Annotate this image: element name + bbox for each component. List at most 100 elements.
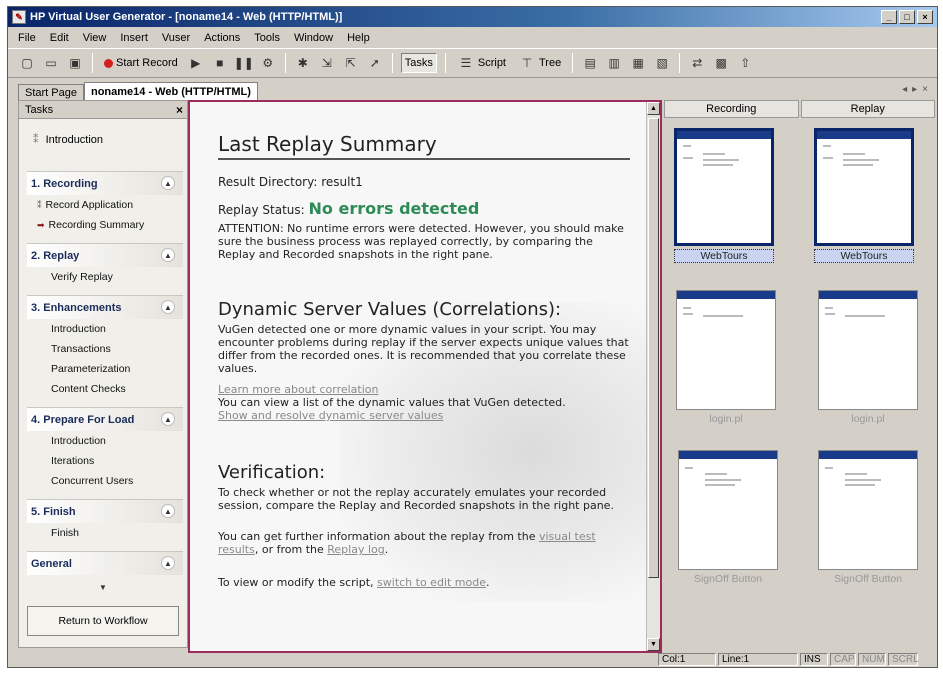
title-bar: ✎ HP Virtual User Generator - [noname14 … [8, 7, 937, 27]
menu-actions[interactable]: Actions [204, 32, 240, 44]
show-dynamic-values-link[interactable]: Show and resolve dynamic server values [218, 409, 630, 422]
chevron-up-icon[interactable]: ▲ [161, 300, 175, 314]
close-tasks-icon[interactable]: × [176, 103, 183, 117]
intro-item[interactable]: ⁑ Introduction [19, 119, 187, 171]
menu-insert[interactable]: Insert [120, 32, 148, 44]
tab-recording[interactable]: Recording [664, 100, 799, 118]
page-view-icon[interactable]: ▥ [605, 54, 623, 72]
verification-text: To check whether or not the replay accur… [218, 486, 614, 512]
chevron-up-icon[interactable]: ▲ [161, 412, 175, 426]
maximize-button[interactable]: □ [899, 10, 915, 24]
pause-icon[interactable]: ❚❚ [234, 54, 254, 72]
run-to-icon[interactable]: ➚ [366, 54, 384, 72]
toolbar-separator [444, 53, 446, 73]
menu-window[interactable]: Window [294, 32, 333, 44]
chevron-up-icon[interactable]: ▲ [161, 248, 175, 262]
section-header[interactable]: 4. Prepare For Load ▲ [27, 407, 183, 431]
table-icon[interactable]: ▩ [712, 54, 730, 72]
dynamic-values-text: VuGen detected one or more dynamic value… [218, 323, 629, 375]
menu-vuser[interactable]: Vuser [162, 32, 190, 44]
section-header[interactable]: 3. Enhancements ▲ [27, 295, 183, 319]
tasks-button[interactable]: Tasks [400, 53, 437, 73]
replay-summary-pane: Last Replay Summary Result Directory: re… [188, 100, 662, 653]
recording-snapshot[interactable]: login.pl [676, 290, 776, 425]
scroll-thumb[interactable] [648, 118, 659, 578]
task-item-verify-replay[interactable]: Verify Replay [27, 267, 183, 287]
switch-to-edit-mode-link[interactable]: switch to edit mode [377, 576, 486, 589]
task-item-concurrent-users[interactable]: Concurrent Users [27, 471, 183, 491]
snapshot-icon[interactable]: ▤ [581, 54, 599, 72]
task-item-recording-summary[interactable]: ➡ Recording Summary [27, 215, 183, 235]
section-header[interactable]: General ▲ [27, 551, 183, 575]
verification-title: Verification: [218, 462, 326, 483]
tab-start-page[interactable]: Start Page [18, 84, 84, 100]
menu-help[interactable]: Help [347, 32, 370, 44]
step-over-icon[interactable]: ⇱ [342, 54, 360, 72]
text-view-icon[interactable]: ▦ [629, 54, 647, 72]
learn-correlation-link[interactable]: Learn more about correlation [218, 383, 630, 396]
task-item-introduction[interactable]: Introduction [27, 431, 183, 451]
chevron-up-icon[interactable]: ▲ [161, 504, 175, 518]
open-icon[interactable]: ▭ [42, 54, 60, 72]
section-header[interactable]: 5. Finish ▲ [27, 499, 183, 523]
task-item-transactions[interactable]: Transactions [27, 339, 183, 359]
recording-snapshot[interactable]: SignOff Button [678, 450, 778, 585]
replay-snapshot[interactable]: login.pl [818, 290, 918, 425]
chevron-up-icon[interactable]: ▲ [161, 556, 175, 570]
summary-content: Last Replay Summary Result Directory: re… [218, 132, 630, 589]
compare-icon[interactable]: ▧ [653, 54, 671, 72]
compile-icon[interactable]: ⚙ [259, 54, 277, 72]
replay-log-link[interactable]: Replay log [327, 543, 384, 556]
scroll-up-icon[interactable]: ▲ [647, 102, 660, 115]
return-to-workflow-button[interactable]: Return to Workflow [27, 606, 179, 636]
tab-noname14[interactable]: noname14 - Web (HTTP/HTML) [83, 82, 258, 100]
save-icon[interactable]: ▣ [66, 54, 84, 72]
arrow-right-icon: ➡ [37, 219, 45, 230]
scroll-down-icon[interactable]: ▼ [19, 583, 187, 593]
status-bar: Col:1 Line:1 INS CAP NUM SCRL [8, 652, 937, 667]
section-replay: 2. Replay ▲ Verify Replay [27, 243, 183, 295]
status-line: Line:1 [718, 653, 798, 666]
task-label: Introduction [51, 435, 106, 447]
new-icon[interactable]: ▢ [18, 54, 36, 72]
task-item-parameterization[interactable]: Parameterization [27, 359, 183, 379]
recording-snapshot[interactable]: WebTours [674, 128, 774, 263]
section-header[interactable]: 2. Replay ▲ [27, 243, 183, 267]
start-record-label: Start Record [116, 57, 178, 69]
replay-snapshot[interactable]: WebTours [814, 128, 914, 263]
scroll-down-icon[interactable]: ▼ [647, 638, 660, 651]
play-icon[interactable]: ▶ [187, 54, 205, 72]
status-num: NUM [858, 653, 886, 666]
menu-tools[interactable]: Tools [254, 32, 280, 44]
menu-file[interactable]: File [18, 32, 36, 44]
step-icon[interactable]: ⇲ [318, 54, 336, 72]
chevron-up-icon[interactable]: ▲ [161, 176, 175, 190]
section-title: 3. Enhancements [31, 301, 122, 314]
breakpoint-icon[interactable]: ✱ [294, 54, 312, 72]
task-item-finish[interactable]: Finish [27, 523, 183, 543]
replay-snapshot[interactable]: SignOff Button [818, 450, 918, 585]
close-button[interactable]: × [917, 10, 933, 24]
stop-icon[interactable]: ■ [211, 54, 229, 72]
tree-view-button[interactable]: ⊤ Tree [515, 53, 564, 73]
menu-edit[interactable]: Edit [50, 32, 69, 44]
task-item-record-application[interactable]: ⁑ Record Application [27, 195, 183, 215]
summary-scrollbar[interactable]: ▲ ▼ [646, 102, 660, 651]
minimize-button[interactable]: _ [881, 10, 897, 24]
tab-replay[interactable]: Replay [800, 100, 935, 118]
script-view-button[interactable]: ☰ Script [454, 53, 509, 73]
network-icon[interactable]: ⇄ [688, 54, 706, 72]
section-header[interactable]: 1. Recording ▲ [27, 171, 183, 195]
task-item-iterations[interactable]: Iterations [27, 451, 183, 471]
task-item-introduction[interactable]: Introduction [27, 319, 183, 339]
export-icon[interactable]: ⇧ [736, 54, 754, 72]
tab-navigation-icons[interactable]: ◂▸× [902, 84, 933, 95]
task-label: Content Checks [51, 383, 126, 395]
toolbar-separator [679, 53, 681, 73]
menu-view[interactable]: View [83, 32, 107, 44]
script-icon: ☰ [460, 56, 472, 70]
start-record-button[interactable]: Start Record [101, 53, 181, 73]
further-pre: You can get further information about th… [218, 530, 536, 543]
snapshot-label: WebTours [674, 249, 774, 263]
task-item-content-checks[interactable]: Content Checks [27, 379, 183, 399]
